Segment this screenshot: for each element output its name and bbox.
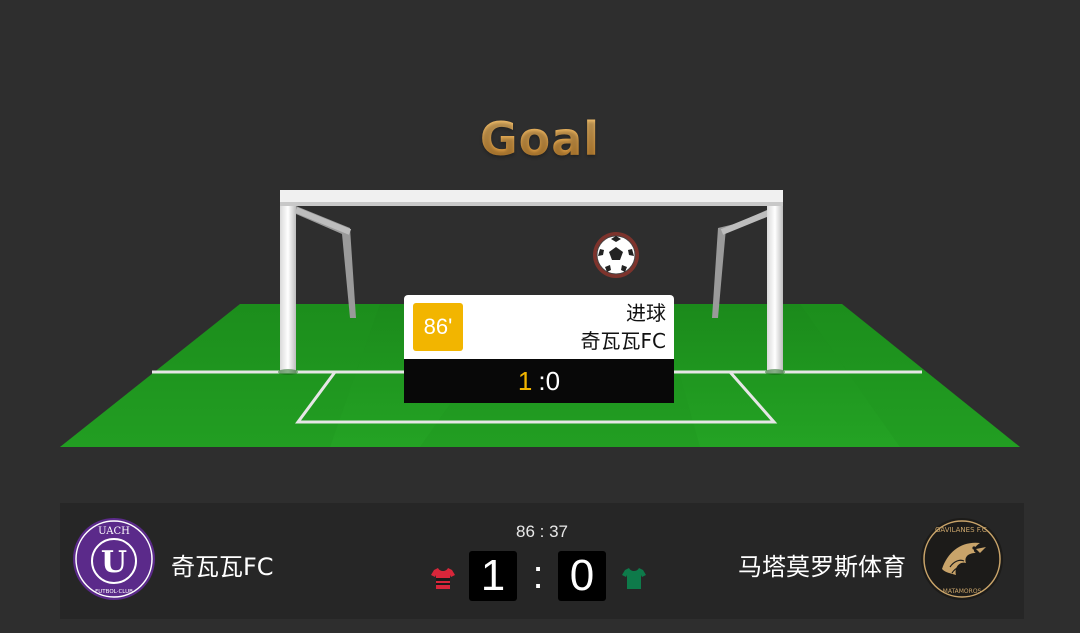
- score-separator: :: [532, 553, 544, 597]
- goal-post-left: [280, 190, 296, 373]
- match-clock: 86 : 37: [516, 522, 568, 541]
- home-score: 1: [469, 551, 517, 601]
- home-team-name[interactable]: 奇瓦瓦FC: [171, 547, 274, 582]
- goal-animation-stage: Goal 86' 进球 奇瓦瓦FC 1 :0: [0, 0, 1080, 500]
- away-shirt-icon: [622, 568, 646, 589]
- scoreboard: UACH U FUTBOL·CLUB 奇瓦瓦FC 86 : 37 1 : 0 马…: [60, 503, 1024, 619]
- home-logo-text-bottom: FUTBOL·CLUB: [95, 589, 133, 595]
- away-team-logo[interactable]: GAVILANES F.C. MATAMOROS: [920, 517, 1004, 601]
- goal-title: Goal: [0, 112, 1080, 166]
- home-shirt-icon: [431, 568, 455, 589]
- event-card-header: 86' 进球 奇瓦瓦FC: [404, 295, 674, 359]
- goal-post-right: [767, 190, 783, 373]
- home-logo-text-mid: U: [101, 545, 127, 580]
- away-logo-text-top: GAVILANES F.C.: [935, 526, 989, 534]
- home-logo-text-top: UACH: [98, 526, 130, 537]
- soccer-ball-icon: [593, 232, 639, 278]
- event-type-label: 进球: [626, 301, 666, 325]
- home-team-logo[interactable]: UACH U FUTBOL·CLUB: [72, 517, 156, 601]
- goal-event-card: 86' 进球 奇瓦瓦FC 1 :0: [404, 295, 674, 403]
- event-score: 1 :0: [404, 359, 674, 403]
- away-team-name[interactable]: 马塔莫罗斯体育: [738, 547, 906, 582]
- away-logo-text-bottom: MATAMOROS: [943, 588, 982, 595]
- event-team-label: 奇瓦瓦FC: [580, 329, 666, 353]
- away-score: 0: [558, 551, 606, 601]
- event-minute-badge: 86': [413, 303, 463, 351]
- event-score-rest: :0: [538, 365, 561, 396]
- event-score-highlight: 1: [517, 365, 533, 396]
- pitch-graphic: [60, 190, 1020, 447]
